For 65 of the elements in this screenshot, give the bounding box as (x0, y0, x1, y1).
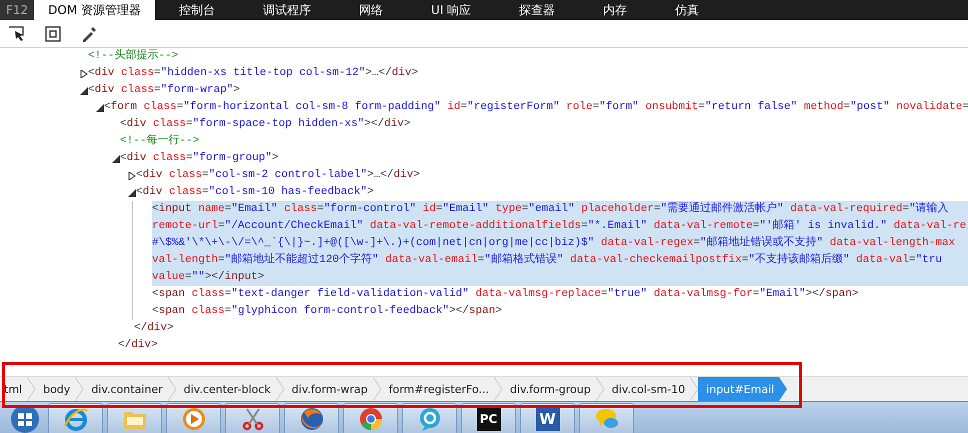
taskbar-button[interactable] (343, 402, 398, 433)
breadcrumb-item[interactable]: div.container (83, 377, 168, 401)
breadcrumb-item[interactable]: div.form-group (502, 377, 596, 401)
collapse-arrow-icon[interactable] (96, 104, 104, 112)
closing-tag[interactable]: </div> (134, 320, 178, 337)
app-icon: PC (476, 406, 500, 430)
tab[interactable]: 控制台 (155, 0, 240, 20)
tab[interactable]: DOM 资源管理器 (34, 0, 156, 20)
play-icon (180, 406, 206, 432)
element-node[interactable]: <input name="Email" class="form-control" id="Email" type="email" placeholder="需要通过邮件激活帐户" data-val-required="请输入 remote-url="/Account/CheckEmail" data-val-remote-additionalfields="*.Email" data-val-remote="'邮箱' is invalid." data-val-re #\$%&'\*\+\-\/=\^_`{\|}~.]+@([\w-]+\.)+(com|net|cn|org|me|cc|biz)$" data-val-regex="邮箱地址错误或不支持" data-val-length-max val-length="邮箱地址不能超过120个字符" data-val-email="邮箱格式错误" data-val-checkemailpostfix="不支持该邮箱后缀" data-val="tru value=""></input> (152, 201, 968, 286)
expand-arrow-icon[interactable] (128, 172, 136, 180)
collapse-arrow-icon[interactable] (112, 155, 120, 163)
expand-arrow-icon[interactable] (80, 70, 88, 78)
chevron-separator-icon (276, 377, 284, 401)
element-node[interactable]: <div class="form-group"> (120, 150, 282, 167)
chevron-separator-icon (494, 377, 502, 401)
chevron-separator-icon (27, 377, 36, 401)
taskbar-button[interactable] (225, 402, 280, 433)
taskbar-button[interactable] (107, 402, 162, 433)
element-node[interactable]: <span class="text-danger field-validation-valid" data-valmsg-replace="true" data-valmsg-for="Email"></span> (152, 286, 862, 303)
chevron-separator-icon (690, 377, 698, 401)
select-element-icon[interactable] (8, 24, 26, 42)
element-node[interactable]: <div class="form-wrap"> (88, 82, 244, 99)
breadcrumb-item[interactable]: div.form-wrap (284, 377, 373, 401)
element-node[interactable]: <span class="glyphicon form-control-feedback"></span> (152, 303, 506, 320)
comment-node[interactable]: <!--每一行--> (120, 133, 204, 150)
document-app-icon: W (536, 406, 560, 430)
taskbar-button[interactable] (166, 402, 221, 433)
breadcrumb-item[interactable]: div.col-sm-10 (604, 377, 690, 401)
eyedropper-icon[interactable] (80, 24, 98, 42)
tab[interactable]: 探查器 (495, 0, 580, 20)
breadcrumb-item[interactable]: div.center-block (176, 377, 276, 401)
element-node[interactable]: <div class="col-sm-2 control-label">…</div> (136, 167, 424, 184)
tab[interactable]: 内存 (579, 0, 652, 20)
key-label[interactable]: F12 (0, 0, 34, 20)
box-model-icon[interactable] (44, 24, 62, 42)
comment-node[interactable]: <!--头部提示--> (88, 48, 182, 65)
tab[interactable]: 网络 (335, 0, 408, 20)
chevron-separator-icon (372, 377, 381, 401)
taskbar-button[interactable] (579, 402, 634, 433)
taskbar-button[interactable] (48, 402, 103, 433)
taskbar-button[interactable] (284, 402, 339, 433)
breadcrumb-item[interactable]: body (35, 377, 76, 401)
browser-icon (62, 406, 88, 432)
element-node[interactable]: <div class="form-space-top hidden-xs"></div> (120, 116, 415, 133)
collapse-arrow-icon[interactable] (128, 189, 136, 197)
breadcrumb-item[interactable]: tml (0, 377, 28, 401)
collapse-arrow-icon[interactable] (80, 87, 88, 95)
taskbar-button[interactable] (402, 402, 457, 433)
chevron-separator-icon (75, 377, 84, 401)
element-node[interactable]: <form class="form-horizontal col-sm-8 form-padding" id="registerForm" role="form" onsubmit="return false" method="post" novalidate= (104, 99, 968, 116)
taskbar-button[interactable]: W (520, 402, 575, 433)
tab[interactable]: UI 响应 (407, 0, 496, 20)
globe-fox-icon (298, 406, 324, 432)
chevron-separator-icon (596, 377, 604, 401)
element-node[interactable]: <div class="col-sm-10 has-feedback"> (136, 184, 378, 201)
element-node[interactable]: <div class="hidden-xs title-top col-sm-12">…</div> (88, 65, 422, 82)
round-browser-icon (358, 406, 384, 432)
chevron-icon (779, 377, 788, 401)
closing-tag[interactable]: </div> (118, 337, 162, 354)
tab[interactable]: 调试程序 (239, 0, 336, 20)
tab[interactable]: 仿真 (651, 0, 724, 20)
chevron-separator-icon (168, 377, 176, 401)
taskbar-button[interactable]: PC (461, 402, 516, 433)
breadcrumb-item[interactable]: form#registerFo... (380, 377, 494, 401)
